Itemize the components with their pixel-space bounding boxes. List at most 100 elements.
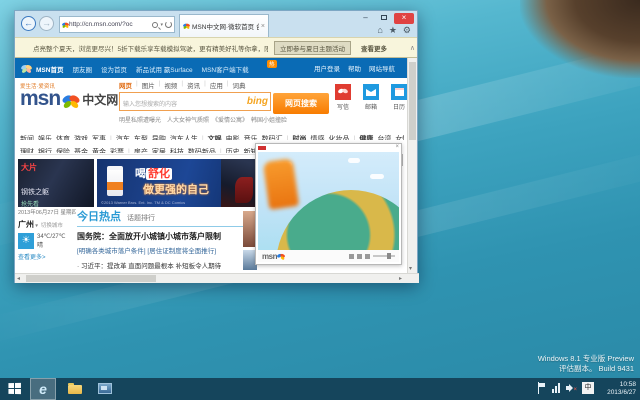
back-button[interactable]: ← (21, 16, 36, 31)
channel-link[interactable]: 军事 (92, 136, 106, 140)
app-write[interactable]: 写信 (335, 84, 351, 111)
browser-tab[interactable]: MSN中文网·微软首页 台… × (179, 14, 269, 37)
channel-link[interactable]: 房产 (134, 149, 148, 153)
taskbar-explorer-button[interactable] (62, 378, 88, 400)
channel-link[interactable]: 黄金 (92, 149, 106, 153)
channel-link[interactable]: 音乐 (244, 136, 258, 140)
city-selector[interactable]: 广州 ▾ (18, 219, 38, 230)
channel-link[interactable]: 新闻 (20, 136, 34, 140)
channel-link[interactable]: 电影 (226, 136, 240, 140)
channel-link[interactable]: 理财 (20, 149, 34, 153)
channel-link[interactable]: 保险 (56, 149, 70, 153)
app-mail[interactable]: 邮箱 (363, 84, 379, 111)
notification-primary-button[interactable]: 立即参与夏日主题活动 (274, 41, 351, 55)
channel-link[interactable]: 导购 (152, 136, 166, 140)
mail-tile[interactable] (363, 84, 379, 100)
settings-gear-icon[interactable]: ⚙ (403, 25, 411, 36)
home-icon[interactable]: ⌂ (377, 25, 382, 36)
scroll-down-icon[interactable]: ▾ (409, 265, 412, 272)
tab-close-icon[interactable]: × (261, 23, 265, 30)
pause-icon[interactable] (357, 254, 362, 259)
channel-link[interactable]: 游戏 (74, 136, 88, 140)
horizontal-scrollbar[interactable]: ◂ ▸ (15, 273, 419, 283)
chevron-down-icon[interactable]: ▾ (160, 22, 163, 28)
taskbar-app-button[interactable] (92, 378, 118, 400)
channel-link[interactable]: 数码汇 (262, 136, 283, 140)
taskbar-ie-button[interactable]: e (30, 378, 56, 400)
channel-link[interactable]: 文娱 (208, 136, 222, 140)
top-nav-link[interactable]: MSN首页 (36, 67, 63, 74)
channel-link[interactable]: 体育 (56, 136, 70, 140)
vscroll-thumb[interactable] (409, 62, 416, 140)
channel-link[interactable]: 化妆品 (328, 136, 349, 140)
notification-more-link[interactable]: 查看更多 (361, 43, 387, 53)
minimize-button[interactable]: – (358, 13, 373, 24)
channel-link[interactable]: 基金 (74, 149, 88, 153)
write-tile[interactable] (335, 84, 351, 100)
channel-link[interactable]: 银行 (38, 149, 52, 153)
start-button[interactable] (8, 383, 21, 395)
top-nav-link[interactable]: 设为首页 (101, 67, 127, 74)
search-icon[interactable] (152, 22, 158, 28)
network-icon[interactable] (552, 383, 560, 393)
address-url[interactable]: http://cn.msn.com/?oc (69, 21, 150, 28)
channel-link[interactable]: 科技 (170, 149, 184, 153)
hotspot-sublinks[interactable]: [明确各类城市落户条件] [居住证制度将全面推行] (77, 245, 243, 255)
action-center-flag-icon[interactable] (538, 382, 546, 394)
search-scope-tab[interactable]: 网页 (119, 80, 132, 90)
hotspot-headline[interactable]: 国务院：全面放开小城镇小城市落户限制 (77, 231, 243, 242)
top-nav-link[interactable]: MSN客户端下载 (202, 67, 249, 74)
top-nav-link[interactable]: 朋友圈 (72, 67, 92, 74)
msn-logo[interactable]: 爱生活·爱资讯 msn 中文网 (20, 82, 118, 108)
channel-link[interactable]: 彩票 (110, 149, 124, 153)
play-icon[interactable] (349, 254, 354, 259)
search-scope-tab[interactable]: 应用 (210, 80, 223, 90)
scroll-right-icon[interactable]: ▸ (399, 275, 402, 282)
favorites-star-icon[interactable]: ★ (389, 25, 397, 36)
top-nav-link[interactable]: 新品试用 赢Surface (136, 67, 193, 74)
channel-link[interactable]: 家居 (152, 149, 166, 153)
switch-city-link[interactable]: 切换城市 (41, 221, 63, 229)
calendar-tile[interactable] (391, 84, 407, 100)
top-nav-link[interactable]: 用户登录 (314, 63, 340, 73)
channel-link[interactable]: 数码新品 (188, 149, 216, 153)
refresh-icon[interactable] (165, 21, 172, 28)
search-scope-tab[interactable]: 词典 (233, 80, 246, 90)
app-calendar[interactable]: 日历 (391, 84, 407, 111)
hotspot-subtitle[interactable]: 话题排行 (127, 213, 155, 223)
hot-search-line[interactable]: 明星私照遭曝光 人大女神气质照 《爱情公寓》 韩国小姐撞脸 (119, 115, 339, 124)
notification-collapse-icon[interactable]: ∧ (410, 44, 415, 52)
search-scope-tab[interactable]: 图片 (142, 80, 155, 90)
search-input[interactable]: 输入您想搜索的内容 bing (119, 92, 271, 111)
forward-button[interactable]: → (39, 16, 54, 31)
popup-close-icon[interactable]: × (395, 144, 399, 150)
top-nav-link[interactable]: 网站导航 (369, 63, 395, 73)
ad-banner[interactable]: 喝舒化 做更强的自己 ©2013 Warner Bros. Ent. Inc. … (97, 159, 255, 207)
channel-link[interactable]: 汽车 (116, 136, 130, 140)
hscroll-thumb[interactable] (26, 275, 156, 282)
volume-icon[interactable]: × (566, 383, 576, 393)
channel-link[interactable]: 车型 (134, 136, 148, 140)
ad-animation[interactable] (258, 152, 399, 250)
address-bar[interactable]: http://cn.msn.com/?oc ▾ (59, 16, 175, 33)
taskbar-clock[interactable]: 10:58 2013/6/27 (607, 381, 636, 397)
channel-link[interactable]: 历史 (226, 149, 240, 153)
channel-link[interactable]: 汽车人生 (170, 136, 198, 140)
ime-indicator[interactable]: 中 (582, 382, 594, 394)
weather-more-link[interactable]: 查看更多> (18, 252, 76, 261)
channel-link[interactable]: 娱乐 (38, 136, 52, 140)
channel-link[interactable]: 健康 (359, 136, 373, 140)
movie-poster[interactable]: 大片 钢铁之躯 抢先看 (18, 159, 94, 207)
scroll-left-icon[interactable]: ◂ (17, 275, 20, 282)
vertical-scrollbar[interactable]: ▾ (407, 58, 417, 273)
top-nav-link[interactable]: 帮助 (348, 63, 361, 73)
channel-link[interactable]: 情感 (310, 136, 324, 140)
channel-link[interactable]: 时尚 (292, 136, 306, 140)
volume-slider[interactable] (373, 255, 395, 257)
channel-link[interactable]: 女性社区 (395, 136, 404, 140)
search-button[interactable]: 网页搜索 (273, 93, 329, 114)
close-button[interactable]: × (394, 13, 414, 24)
search-scope-tab[interactable]: 视频 (164, 80, 177, 90)
maximize-button[interactable] (376, 13, 391, 24)
search-scope-tab[interactable]: 资讯 (187, 80, 200, 90)
